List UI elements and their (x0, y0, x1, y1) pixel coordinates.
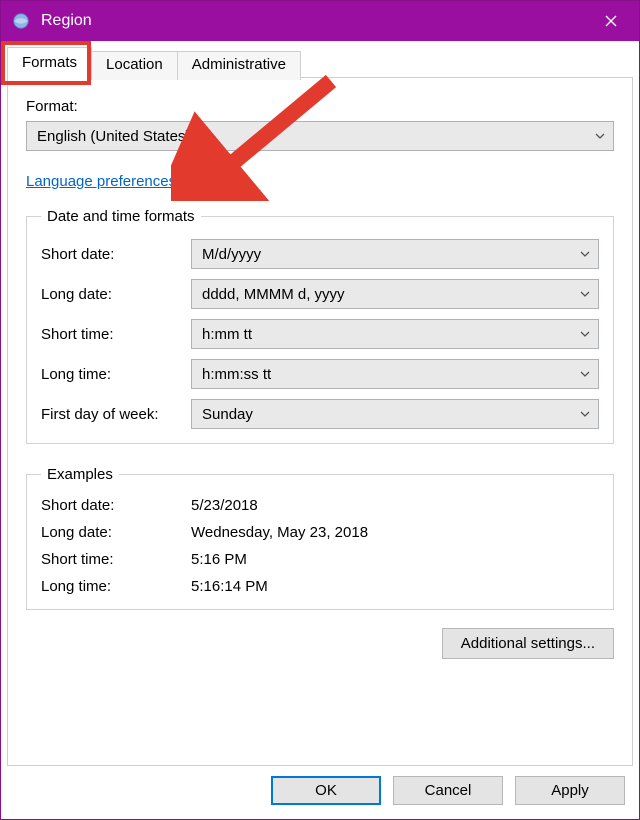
dropdown-value: Sunday (202, 406, 578, 423)
format-dropdown[interactable]: English (United States) (26, 121, 614, 151)
chevron-down-icon (578, 371, 592, 377)
dropdown-value: English (United States) (37, 128, 593, 145)
ex-long-date-label: Long date: (41, 524, 191, 541)
chevron-down-icon (578, 291, 592, 297)
dropdown-value: h:mm tt (202, 326, 578, 343)
dropdown-value: M/d/yyyy (202, 246, 578, 263)
ex-short-date-value: 5/23/2018 (191, 497, 599, 514)
region-window: Region Formats Location (0, 0, 640, 820)
long-time-label: Long time: (41, 366, 191, 383)
short-date-label: Short date: (41, 246, 191, 263)
tab-label: Formats (22, 54, 77, 71)
tab-panel-formats: Format: English (United States) Language… (7, 77, 633, 766)
ok-button[interactable]: OK (271, 776, 381, 805)
first-day-label: First day of week: (41, 406, 191, 423)
additional-settings-button[interactable]: Additional settings... (442, 628, 614, 659)
window-title: Region (41, 12, 587, 30)
chevron-down-icon (578, 251, 592, 257)
dropdown-value: dddd, MMMM d, yyyy (202, 286, 578, 303)
first-day-dropdown[interactable]: Sunday (191, 399, 599, 429)
ex-long-time-label: Long time: (41, 578, 191, 595)
chevron-down-icon (593, 133, 607, 139)
group-examples: Examples Short date: 5/23/2018 Long date… (26, 466, 614, 610)
tab-label: Administrative (192, 56, 286, 73)
button-label: Cancel (425, 782, 472, 799)
ex-long-time-value: 5:16:14 PM (191, 578, 599, 595)
tab-formats[interactable]: Formats (7, 47, 92, 78)
close-button[interactable] (587, 1, 635, 41)
short-time-label: Short time: (41, 326, 191, 343)
group-date-time-formats: Date and time formats Short date: M/d/yy… (26, 208, 614, 444)
button-label: Apply (551, 782, 589, 799)
titlebar: Region (1, 1, 639, 41)
apply-button[interactable]: Apply (515, 776, 625, 805)
dialog-button-row: OK Cancel Apply (7, 766, 633, 813)
group-legend: Examples (41, 466, 119, 483)
cancel-button[interactable]: Cancel (393, 776, 503, 805)
tab-location[interactable]: Location (91, 51, 178, 80)
ex-long-date-value: Wednesday, May 23, 2018 (191, 524, 599, 541)
tab-label: Location (106, 56, 163, 73)
chevron-down-icon (578, 411, 592, 417)
dropdown-value: h:mm:ss tt (202, 366, 578, 383)
region-app-icon (11, 11, 31, 31)
format-label: Format: (26, 98, 614, 115)
group-legend: Date and time formats (41, 208, 201, 225)
close-icon (605, 11, 617, 32)
short-time-dropdown[interactable]: h:mm tt (191, 319, 599, 349)
chevron-down-icon (578, 331, 592, 337)
long-time-dropdown[interactable]: h:mm:ss tt (191, 359, 599, 389)
ex-short-date-label: Short date: (41, 497, 191, 514)
ex-short-time-label: Short time: (41, 551, 191, 568)
tab-strip: Formats Location Administrative (7, 47, 633, 78)
long-date-dropdown[interactable]: dddd, MMMM d, yyyy (191, 279, 599, 309)
language-preferences-link[interactable]: Language preferences (26, 173, 176, 190)
button-label: Additional settings... (461, 635, 595, 652)
ex-short-time-value: 5:16 PM (191, 551, 599, 568)
short-date-dropdown[interactable]: M/d/yyyy (191, 239, 599, 269)
button-label: OK (315, 782, 337, 799)
tab-administrative[interactable]: Administrative (177, 51, 301, 80)
link-label: Language preferences (26, 173, 176, 190)
long-date-label: Long date: (41, 286, 191, 303)
